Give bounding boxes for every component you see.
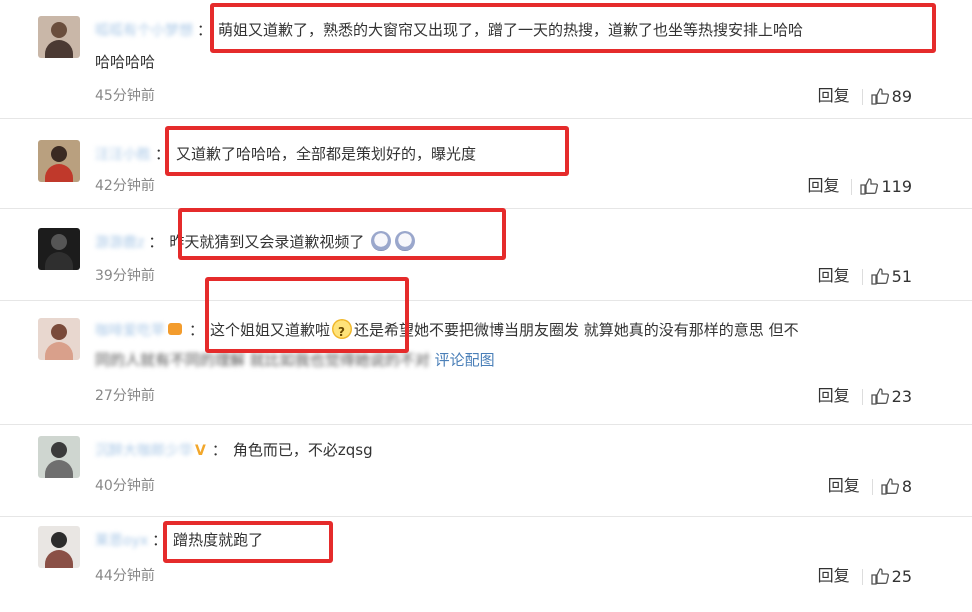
like-count: 89 [891,86,912,106]
comment-actions: 回复 23 [818,384,912,409]
username-link[interactable]: 沉醉大咖郎少华 [95,439,193,464]
comment-text: 汪汪小胜：又道歉了哈哈哈，全部都是策划好的，曝光度 [95,142,932,168]
avatar[interactable] [38,228,80,270]
like-button[interactable]: 8 [881,475,912,499]
username-link[interactable]: 莱恩oyx [95,529,148,554]
username-link[interactable]: 咖啡爱吃苹 [95,319,165,344]
comment-list: 呱呱有个小梦想：萌姐又道歉了，熟悉的大窗帘又出现了，蹭了一天的热搜，道歉了也坐等… [0,0,972,612]
reply-button[interactable]: 回复 [828,474,860,498]
timestamp: 45分钟前 [95,88,155,104]
divider [851,178,853,195]
reply-button[interactable]: 回复 [818,84,850,108]
thumbs-up-icon [870,567,889,585]
divider [861,268,863,285]
divider [861,88,863,105]
divider [861,388,863,405]
timestamp: 27分钟前 [95,388,155,404]
comment-item: 游游鹿z：昨天就猜到又会录道歉视频了 39分钟前 回复 51 [0,208,972,301]
avatar[interactable] [38,436,80,478]
like-button[interactable]: 119 [860,175,912,199]
comment-item: 呱呱有个小梦想：萌姐又道歉了，熟悉的大窗帘又出现了，蹭了一天的热搜，道歉了也坐等… [0,0,972,119]
comment-actions: 回复 8 [828,474,912,499]
timestamp: 44分钟前 [95,568,155,584]
comment-body: 这个姐姐又道歉啦 [210,321,331,339]
like-button[interactable]: 23 [870,385,912,409]
comment-text: 莱恩oyx：蹭热度就跑了 [95,528,932,554]
like-button[interactable]: 25 [870,565,912,589]
member-crown-icon [168,322,182,335]
comment-body-continued: 还是希望她不要把微博当朋友圈发 就算她真的没有那样的意思 但不 [354,321,799,339]
thumbs-up-icon [870,387,889,405]
thumbs-up-icon [870,267,889,285]
comment-actions: 回复 89 [818,84,912,109]
thinking-emoji-icon [332,319,353,345]
like-count: 119 [881,176,912,196]
like-button[interactable]: 51 [870,265,912,289]
comment-body: 角色而已，不必zqsg [232,441,373,459]
username-link[interactable]: 汪汪小胜 [95,143,151,168]
comment-body: 昨天就猜到又会录道歉视频了 [169,233,365,251]
like-count: 23 [891,386,912,406]
avatar[interactable] [38,318,80,360]
timestamp: 40分钟前 [95,478,155,494]
comment-text: 咖啡爱吃苹：这个姐姐又道歉啦还是希望她不要把微博当朋友圈发 就算她真的没有那样的… [95,318,932,345]
sticker-emoji-icon [395,231,416,251]
reply-button[interactable]: 回复 [818,564,850,588]
comment-item: 汪汪小胜：又道歉了哈哈哈，全部都是策划好的，曝光度 42分钟前 回复 119 [0,118,972,209]
comment-item: 沉醉大咖郎少华 V：角色而已，不必zqsg 40分钟前 回复 8 [0,424,972,517]
reply-button[interactable]: 回复 [818,264,850,288]
like-count: 25 [891,566,912,586]
comment-text: 呱呱有个小梦想：萌姐又道歉了，熟悉的大窗帘又出现了，蹭了一天的热搜，道歉了也坐等… [95,18,932,44]
reply-button[interactable]: 回复 [807,174,839,198]
timestamp: 39分钟前 [95,268,155,284]
comment-text: 沉醉大咖郎少华 V：角色而已，不必zqsg [95,438,932,464]
divider [861,568,863,585]
username-link[interactable]: 游游鹿z [95,231,144,256]
divider [871,478,873,495]
comment-image-link[interactable]: 评论配图 [435,351,495,369]
like-button[interactable]: 89 [870,85,912,109]
avatar[interactable] [38,526,80,568]
username-link[interactable]: 呱呱有个小梦想 [95,19,193,44]
thumbs-up-icon [870,87,889,105]
avatar[interactable] [38,16,80,58]
sticker-emoji-icon [371,231,392,251]
like-count: 51 [891,266,912,286]
comment-text: 游游鹿z：昨天就猜到又会录道歉视频了 [95,230,932,256]
comment-body: 萌姐又道歉了，熟悉的大窗帘又出现了，蹭了一天的热搜，道歉了也坐等热搜安排上哈哈 [218,21,804,39]
comment-item: 莱恩oyx：蹭热度就跑了 44分钟前 回复 25 [0,516,972,612]
comment-body: 又道歉了哈哈哈，全部都是策划好的，曝光度 [176,145,477,163]
comment-actions: 回复 51 [818,264,912,289]
like-count: 8 [901,476,912,496]
avatar[interactable] [38,140,80,182]
reply-button[interactable]: 回复 [818,384,850,408]
comment-actions: 回复 25 [818,564,912,589]
comment-actions: 回复 119 [807,174,912,199]
comment-item: 咖啡爱吃苹：这个姐姐又道歉啦还是希望她不要把微博当朋友圈发 就算她真的没有那样的… [0,300,972,425]
thumbs-up-icon [881,477,899,495]
comment-text-continued: 哈哈哈哈 [95,53,156,71]
thumbs-up-icon [860,177,879,195]
timestamp: 42分钟前 [95,178,155,194]
comment-body-blurred: 同的人就有不同的理解 就比如我也觉得她说的不对 [95,351,430,369]
comment-text-continued: 同的人就有不同的理解 就比如我也觉得她说的不对 评论配图 [95,348,932,373]
comment-body: 蹭热度就跑了 [173,531,264,549]
verified-v-icon: V [195,443,206,459]
